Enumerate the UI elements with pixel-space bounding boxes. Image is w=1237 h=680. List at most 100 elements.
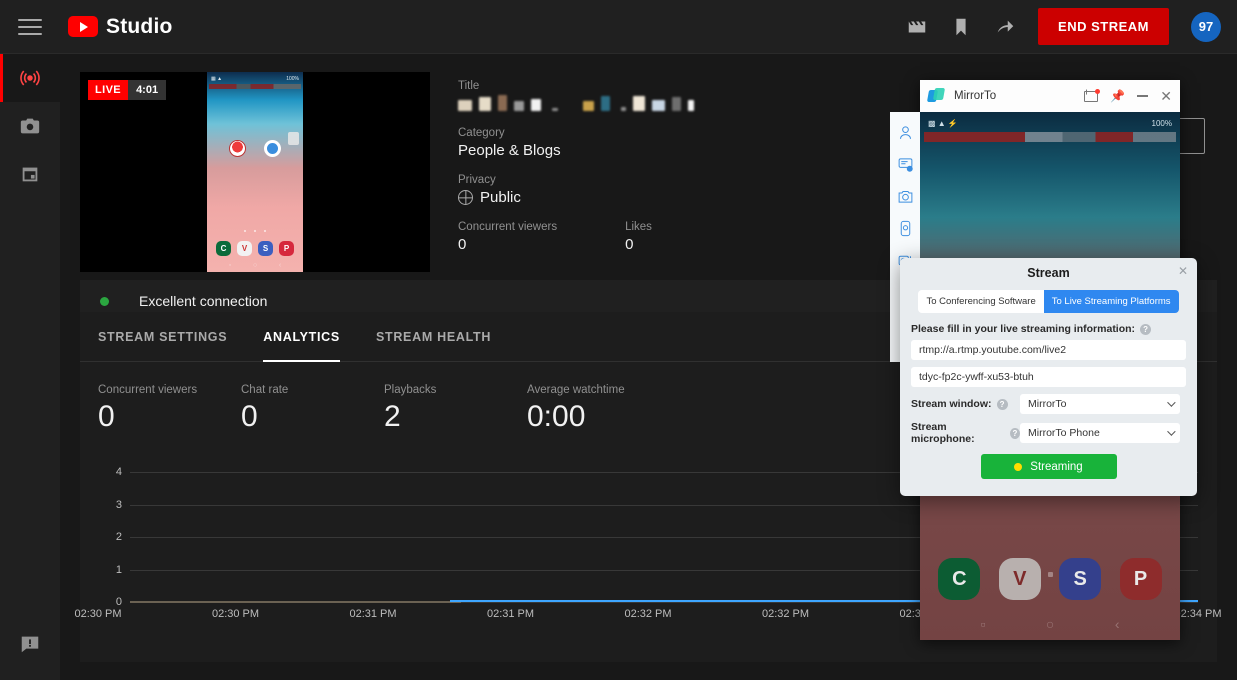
mirrorto-logo-icon bbox=[926, 88, 946, 104]
stream-window-label: Stream window: ? bbox=[911, 398, 1020, 410]
stream-window-select[interactable]: MirrorTo bbox=[1020, 394, 1180, 414]
recording-indicator-icon bbox=[1014, 462, 1023, 471]
sidebar-item-live[interactable] bbox=[0, 54, 60, 102]
stream-key-input[interactable] bbox=[911, 367, 1186, 387]
live-badge: LIVE 4:01 bbox=[88, 80, 167, 100]
stream-microphone-value: MirrorTo Phone bbox=[1028, 427, 1100, 439]
close-icon[interactable]: ✕ bbox=[1178, 264, 1188, 278]
concurrent-viewers-value: 0 bbox=[458, 236, 467, 253]
tab-to-conferencing-software[interactable]: To Conferencing Software bbox=[918, 290, 1044, 313]
metric-chat-rate: Chat rate 0 bbox=[241, 384, 384, 434]
concurrent-viewers-label: Concurrent viewers bbox=[458, 221, 558, 233]
likes-value: 0 bbox=[625, 236, 634, 253]
mirrorto-titlebar: MirrorTo 📌 ✕ bbox=[920, 80, 1180, 112]
chart-x-tick: 02:32 PM bbox=[624, 608, 672, 620]
pin-icon[interactable]: 📌 bbox=[1110, 89, 1125, 103]
mirrored-dock-app[interactable]: P bbox=[1119, 558, 1162, 600]
chart-y-tick: 1 bbox=[115, 563, 122, 576]
elapsed-time: 4:01 bbox=[128, 80, 167, 100]
youtube-play-icon bbox=[68, 16, 98, 37]
minimize-icon[interactable] bbox=[1137, 95, 1149, 97]
phone-dock-app: S bbox=[258, 241, 273, 256]
tab-stream-settings[interactable]: STREAM SETTINGS bbox=[98, 312, 227, 362]
brand-logo[interactable]: Studio bbox=[68, 15, 173, 39]
mirrored-nav-bar: ▫ ○ ‹ bbox=[980, 616, 1120, 632]
notification-dot-icon bbox=[1095, 88, 1101, 94]
stream-window-row: Stream window: ? MirrorTo bbox=[911, 394, 1197, 414]
end-stream-button[interactable]: END STREAM bbox=[1038, 8, 1169, 45]
metric-value: 2 bbox=[384, 400, 401, 433]
chart-y-tick: 0 bbox=[115, 596, 122, 608]
phone-app-icon bbox=[229, 140, 246, 157]
metric-value: 0 bbox=[98, 400, 115, 433]
mirrored-dock-app[interactable]: S bbox=[1059, 558, 1102, 600]
streaming-button[interactable]: Streaming bbox=[980, 454, 1117, 479]
mirrored-notification-bar bbox=[924, 132, 1176, 142]
top-bar: Studio END STREAM 97 bbox=[0, 0, 1237, 54]
video-preview[interactable]: LIVE 4:01 ▦ ▲ 100% C V S P ▫ ○ ‹ bbox=[80, 72, 430, 272]
chart-x-tick: 02:34 PM bbox=[1174, 608, 1222, 620]
brand-name: Studio bbox=[106, 14, 173, 38]
stream-dialog[interactable]: Stream ✕ To Conferencing Software To Liv… bbox=[900, 258, 1197, 496]
chart-x-tick: 02:31 PM bbox=[486, 608, 535, 620]
stream-window-value: MirrorTo bbox=[1028, 398, 1067, 410]
phone-status-bar: ▦ ▲ 100% bbox=[211, 75, 299, 82]
avatar[interactable]: 97 bbox=[1191, 11, 1221, 42]
dialog-tabs: To Conferencing Software To Live Streami… bbox=[900, 290, 1197, 313]
feedback-icon bbox=[21, 636, 39, 653]
close-icon[interactable]: ✕ bbox=[1160, 89, 1172, 103]
tab-to-live-streaming-platforms[interactable]: To Live Streaming Platforms bbox=[1043, 290, 1179, 313]
phone-nav-bar: ▫ ○ ‹ bbox=[228, 261, 282, 269]
chart-x-tick: 02:31 PM bbox=[349, 608, 397, 620]
metric-label: Playbacks bbox=[384, 384, 437, 396]
concurrent-viewers-stat: Concurrent viewers 0 bbox=[458, 221, 557, 253]
phone-dock-app: C bbox=[216, 241, 231, 256]
metric-label: Average watchtime bbox=[527, 384, 625, 396]
connection-status-text: Excellent connection bbox=[139, 293, 268, 309]
hamburger-menu-icon[interactable] bbox=[18, 18, 42, 35]
stream-microphone-label: Stream microphone: ? bbox=[911, 421, 1020, 445]
bookmark-icon[interactable] bbox=[950, 16, 972, 38]
mirrored-dock-app[interactable]: C bbox=[938, 558, 981, 600]
dialog-title: Stream bbox=[1027, 266, 1070, 280]
metric-value: 0:00 bbox=[527, 400, 586, 433]
mirrored-dock: C V S P bbox=[920, 558, 1180, 600]
sidebar-item-calendar[interactable] bbox=[0, 150, 60, 198]
phone-screen-preview: ▦ ▲ 100% C V S P ▫ ○ ‹ bbox=[207, 72, 303, 272]
help-icon[interactable]: ? bbox=[1009, 427, 1020, 439]
streaming-button-label: Streaming bbox=[1030, 460, 1083, 473]
sidebar-item-camera[interactable] bbox=[0, 102, 60, 150]
help-icon[interactable]: ? bbox=[1140, 323, 1152, 335]
stream-microphone-select[interactable]: MirrorTo Phone bbox=[1020, 423, 1180, 443]
mail-icon[interactable] bbox=[1084, 88, 1101, 102]
rail-bottom bbox=[0, 620, 60, 668]
stream-url-input[interactable] bbox=[911, 340, 1186, 360]
chart-x-tick: 02:32 PM bbox=[761, 608, 810, 620]
chart-y-tick: 2 bbox=[115, 531, 122, 543]
mirrorto-window-title: MirrorTo bbox=[954, 90, 997, 102]
phone-notification-bar bbox=[209, 84, 301, 89]
notification-toggle-icon[interactable] bbox=[897, 156, 914, 173]
mirrorto-window-controls: 📌 ✕ bbox=[1084, 88, 1172, 103]
person-icon[interactable] bbox=[897, 124, 914, 141]
help-icon[interactable]: ? bbox=[996, 398, 1008, 410]
camera-icon bbox=[20, 118, 40, 134]
privacy-row: Public bbox=[458, 189, 878, 206]
category-label: Category bbox=[458, 127, 505, 139]
sidebar-item-feedback[interactable] bbox=[0, 620, 60, 668]
clapperboard-icon[interactable] bbox=[906, 16, 928, 38]
tab-analytics[interactable]: ANALYTICS bbox=[263, 312, 340, 362]
phone-app-grid bbox=[207, 140, 303, 157]
metric-label: Chat rate bbox=[241, 384, 289, 396]
phone-dock-app: P bbox=[279, 241, 294, 256]
phone-app-icon bbox=[264, 140, 281, 157]
metric-label: Concurrent viewers bbox=[98, 384, 198, 396]
mirrored-dock-app[interactable]: V bbox=[998, 558, 1041, 600]
connection-status-dot bbox=[100, 296, 109, 306]
tab-stream-health[interactable]: STREAM HEALTH bbox=[376, 312, 491, 362]
record-icon[interactable] bbox=[897, 220, 914, 237]
live-label: LIVE bbox=[88, 80, 129, 100]
share-arrow-icon[interactable] bbox=[994, 16, 1016, 38]
camera-icon[interactable] bbox=[897, 188, 914, 205]
left-rail bbox=[0, 54, 60, 680]
